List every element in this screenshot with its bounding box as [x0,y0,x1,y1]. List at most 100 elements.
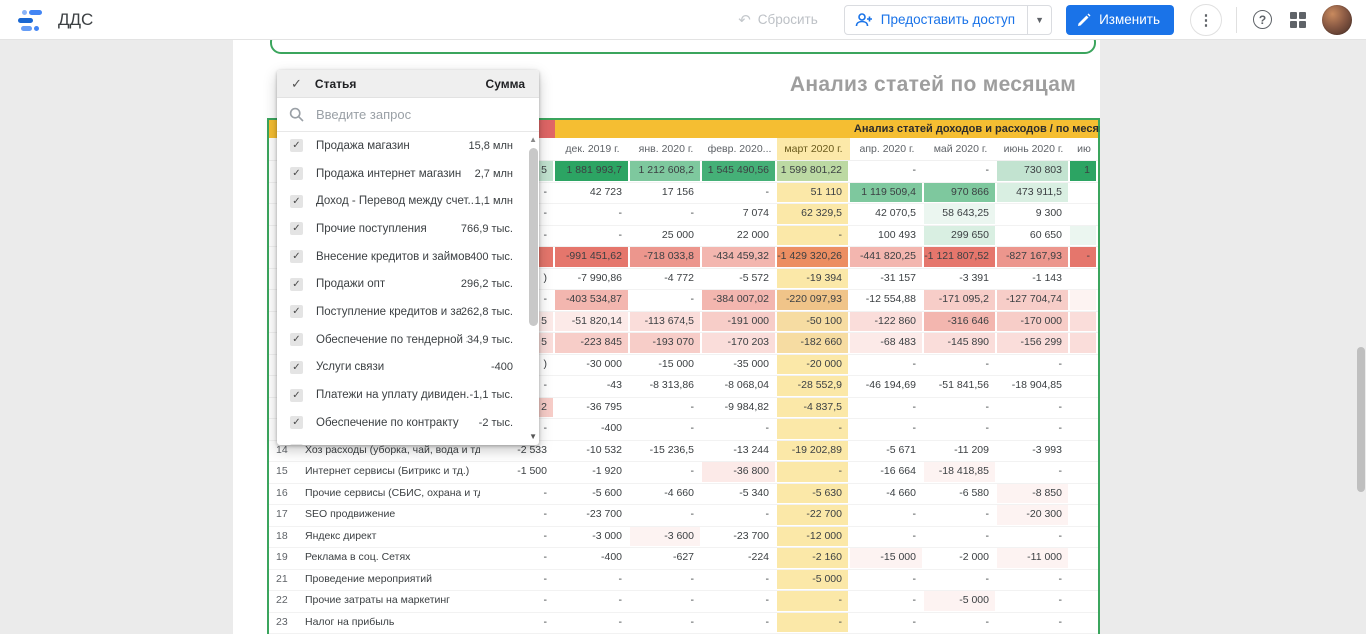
table-cell: 42 070,5 [850,204,924,225]
table-cell: - [555,570,630,591]
checkbox-checked-icon[interactable]: ✓ [290,444,303,445]
table-cell: -400 [555,419,630,440]
filter-dropdown-header[interactable]: ✓ Статья Сумма [277,70,539,98]
table-cell: - [997,355,1070,376]
table-cell: -43 [555,376,630,397]
column-header[interactable]: ию [1070,138,1098,160]
share-button-main[interactable]: Предоставить доступ [845,6,1027,34]
select-all-checkbox[interactable]: ✓ [291,76,302,92]
table-cell: -15 000 [850,548,924,569]
table-cell: -5 000 [777,570,850,591]
table-cell: 22 000 [702,226,777,247]
filter-list-scrollbar[interactable] [529,148,538,326]
table-cell: - [777,226,850,247]
table-cell [1070,333,1098,354]
looker-studio-logo-icon[interactable] [18,9,44,31]
table-cell: -68 483 [850,333,924,354]
filter-item[interactable]: ✓Поступление кредитов и зай...262,8 тыс. [277,298,539,326]
filter-item[interactable]: ✓Обеспечение по тендерной з...34,9 тыс. [277,326,539,354]
row-number: 21 [269,570,297,591]
table-cell: -156 299 [997,333,1070,354]
avatar[interactable] [1322,5,1352,35]
share-button[interactable]: Предоставить доступ ▼ [844,5,1052,35]
checkbox-checked-icon[interactable]: ✓ [290,222,303,235]
filter-item[interactable]: ✓Продажа интернет магазин2,7 млн [277,160,539,188]
checkbox-checked-icon[interactable]: ✓ [290,333,303,346]
table-cell [1070,419,1098,440]
checkbox-checked-icon[interactable]: ✓ [290,305,303,318]
filter-item[interactable]: ✓Платежи на уплату дивиден...-1,1 тыс. [277,381,539,409]
filter-control-selected[interactable] [270,40,1096,54]
row-label: Проведение мероприятий [297,570,482,591]
table-cell: - [482,527,555,548]
table-cell: -8 068,04 [702,376,777,397]
table-cell: - [924,419,997,440]
more-options-button[interactable]: ⋮ [1190,4,1222,36]
table-cell: 58 643,25 [924,204,997,225]
filter-item[interactable]: ✓Услуги связи-400 [277,354,539,382]
filter-item[interactable]: ✓Прочие поступления766,9 тыс. [277,215,539,243]
table-cell: -15 236,5 [630,441,702,462]
page-scrollbar[interactable] [1357,347,1365,492]
table-cell: - [997,462,1070,483]
table-cell: -5 671 [850,441,924,462]
table-cell: 473 911,5 [997,183,1070,204]
column-header[interactable]: март 2020 г. [777,138,850,160]
apps-grid-icon[interactable] [1290,12,1306,28]
table-cell: -182 660 [777,333,850,354]
checkbox-checked-icon[interactable]: ✓ [290,389,303,402]
filter-item-partial[interactable]: ✓ [277,437,539,445]
table-cell: - [702,570,777,591]
filter-item[interactable]: ✓Обеспечение по контракту-2 тыс. [277,409,539,437]
help-icon[interactable]: ? [1253,10,1272,29]
column-header[interactable]: февр. 2020... [702,138,777,160]
column-header[interactable]: апр. 2020 г. [850,138,924,160]
table-cell: -10 532 [555,441,630,462]
row-label: Интернет сервисы (Битрикс и тд.) [297,462,482,483]
table-cell: -20 000 [777,355,850,376]
table-cell: - [850,161,924,182]
table-cell: -827 167,93 [997,247,1070,268]
row-number: 17 [269,505,297,526]
table-cell: - [850,570,924,591]
column-header[interactable]: июнь 2020 г. [997,138,1070,160]
row-label: Прочие сервисы (СБИС, охрана и тд.) [297,484,482,505]
table-cell: - [924,613,997,634]
filter-item[interactable]: ✓Доход - Перевод между счет...1,1 млн [277,187,539,215]
checkbox-checked-icon[interactable]: ✓ [290,195,303,208]
row-number: 18 [269,527,297,548]
column-header[interactable]: дек. 2019 г. [555,138,630,160]
table-cell: -2 000 [924,548,997,569]
table-cell: -31 157 [850,269,924,290]
checkbox-checked-icon[interactable]: ✓ [290,416,303,429]
table-cell: -35 000 [702,355,777,376]
filter-item-value: 15,8 млн [468,140,513,152]
banner-red-cell [539,120,555,138]
reset-button[interactable]: ↶ Сбросить [738,11,818,29]
share-dropdown-caret[interactable]: ▼ [1027,6,1051,34]
table-cell: - [850,419,924,440]
table-cell [1070,570,1098,591]
column-header[interactable]: май 2020 г. [924,138,997,160]
report-title[interactable]: ДДС [58,10,93,30]
table-cell: -4 660 [630,484,702,505]
scroll-down-arrow-icon[interactable]: ▼ [529,432,537,441]
checkbox-checked-icon[interactable]: ✓ [290,167,303,180]
table-cell: -11 209 [924,441,997,462]
filter-item[interactable]: ✓Внесение кредитов и займов400 тыс. [277,243,539,271]
scroll-up-arrow-icon[interactable]: ▲ [529,135,537,144]
filter-value-label[interactable]: Сумма [486,77,525,91]
filter-item[interactable]: ✓Продажи опт296,2 тыс. [277,270,539,298]
column-header[interactable]: янв. 2020 г. [630,138,702,160]
edit-button[interactable]: Изменить [1066,5,1174,35]
checkbox-checked-icon[interactable]: ✓ [290,250,303,263]
filter-search-input[interactable] [316,107,527,122]
checkbox-checked-icon[interactable]: ✓ [290,361,303,374]
checkbox-checked-icon[interactable]: ✓ [290,139,303,152]
table-cell: - [924,398,997,419]
table-cell [1070,462,1098,483]
table-cell: - [850,527,924,548]
filter-item[interactable]: ✓Продажа магазин15,8 млн [277,132,539,160]
checkbox-checked-icon[interactable]: ✓ [290,278,303,291]
table-cell: -384 007,02 [702,290,777,311]
